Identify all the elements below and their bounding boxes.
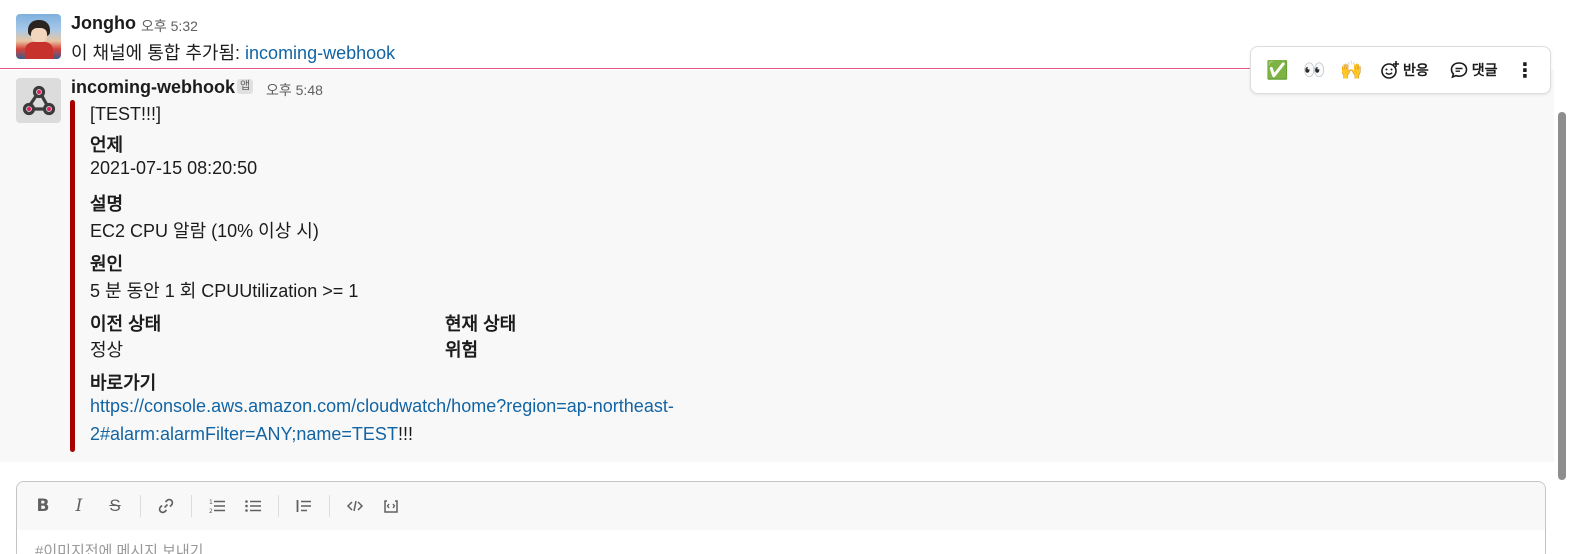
message-input[interactable]: #이미지전에 메시지 보내기 bbox=[35, 540, 203, 554]
cloudwatch-link-line1[interactable]: https://console.aws.amazon.com/cloudwatc… bbox=[90, 396, 674, 417]
quick-react-raised-hands-button[interactable]: 🙌 bbox=[1333, 54, 1370, 86]
field-prev-state-value: 정상 bbox=[90, 340, 124, 360]
cloudwatch-link-line2[interactable]: 2#alarm:alarmFilter=ANY;name=TEST bbox=[90, 424, 398, 444]
reply-in-thread-button[interactable]: 댓글 bbox=[1445, 54, 1502, 86]
scrollbar[interactable] bbox=[1558, 112, 1566, 480]
bold-icon: B bbox=[36, 496, 50, 516]
add-reaction-button[interactable]: 반응 bbox=[1376, 54, 1433, 86]
cloudwatch-link-line2-wrap: 2#alarm:alarmFilter=ANY;name=TEST!!! bbox=[90, 424, 413, 445]
thread-reply-icon bbox=[1450, 62, 1468, 79]
app-badge: 앱 bbox=[237, 79, 254, 94]
svg-text:1: 1 bbox=[209, 499, 213, 506]
webhook-avatar[interactable] bbox=[16, 78, 61, 123]
blockquote-button[interactable] bbox=[286, 491, 322, 521]
message-composer: B I S 1 2 #이미지전에 메시지 보내기 bbox=[16, 481, 1546, 554]
code-button[interactable] bbox=[337, 491, 373, 521]
reply-label: 댓글 bbox=[1471, 62, 1498, 78]
author-name[interactable]: incoming-webhook bbox=[71, 77, 235, 98]
message-timestamp[interactable]: 오후 5:48 bbox=[266, 80, 323, 100]
svg-text:2: 2 bbox=[209, 508, 213, 515]
italic-button[interactable]: I bbox=[61, 491, 97, 521]
message-actions-toolbar: ✅ 👀 🙌 반응 댓글 ⋮ bbox=[1250, 46, 1551, 94]
attachment-color-bar bbox=[70, 100, 75, 452]
code-icon bbox=[346, 500, 364, 512]
message-text: 이 채널에 통합 추가됨: incoming-webhook bbox=[71, 39, 395, 65]
code-block-button[interactable] bbox=[373, 491, 409, 521]
toolbar-divider bbox=[140, 495, 141, 517]
link-button[interactable] bbox=[148, 491, 184, 521]
link-icon bbox=[158, 498, 174, 514]
url-suffix-text: !!! bbox=[397, 424, 413, 444]
field-prev-state-label: 이전 상태 bbox=[90, 314, 162, 334]
quick-react-check-button[interactable]: ✅ bbox=[1259, 54, 1296, 86]
add-reaction-label: 반응 bbox=[1403, 62, 1429, 78]
toolbar-divider bbox=[278, 495, 279, 517]
ordered-list-button[interactable]: 1 2 bbox=[199, 491, 235, 521]
user-avatar[interactable] bbox=[16, 14, 61, 59]
webhook-icon bbox=[22, 85, 55, 115]
new-messages-divider bbox=[0, 68, 1255, 69]
italic-icon: I bbox=[75, 496, 83, 516]
field-when-value: 2021-07-15 08:20:50 bbox=[90, 158, 258, 178]
more-actions-button[interactable]: ⋮ bbox=[1508, 54, 1542, 86]
integration-link[interactable]: incoming-webhook bbox=[245, 43, 395, 63]
toolbar-divider bbox=[329, 495, 330, 517]
field-when-label: 언제 bbox=[90, 135, 124, 155]
field-cause-label: 원인 bbox=[90, 254, 124, 274]
bulleted-list-button[interactable] bbox=[235, 491, 271, 521]
quick-react-eyes-button[interactable]: 👀 bbox=[1296, 54, 1333, 86]
strikethrough-button[interactable]: S bbox=[97, 491, 133, 521]
add-reaction-icon bbox=[1381, 61, 1399, 79]
field-curr-state-label: 현재 상태 bbox=[445, 314, 517, 334]
bulleted-list-icon bbox=[245, 500, 261, 512]
field-desc-label: 설명 bbox=[90, 194, 124, 214]
code-block-icon bbox=[384, 500, 398, 513]
field-desc-value: EC2 CPU 알람 (10% 이상 시) bbox=[90, 221, 319, 241]
message-text-prefix: 이 채널에 통합 추가됨: bbox=[71, 43, 246, 63]
author-name[interactable]: Jongho bbox=[71, 13, 136, 34]
blockquote-icon bbox=[296, 500, 311, 512]
message-incoming-webhook: incoming-webhook 앱 오후 5:48 [TEST!!!] 언제 … bbox=[0, 70, 1554, 462]
toolbar-divider bbox=[191, 495, 192, 517]
formatting-toolbar: B I S 1 2 bbox=[17, 482, 1545, 530]
bold-button[interactable]: B bbox=[25, 491, 61, 521]
strikethrough-icon: S bbox=[109, 496, 121, 515]
message-timestamp[interactable]: 오후 5:32 bbox=[141, 16, 198, 36]
field-cause-value: 5 분 동안 1 회 CPUUtilization >= 1 bbox=[90, 281, 359, 301]
ordered-list-icon: 1 2 bbox=[209, 499, 225, 515]
attachment-title: [TEST!!!] bbox=[90, 104, 162, 124]
field-shortcut-label: 바로가기 bbox=[90, 373, 157, 393]
field-curr-state-value: 위험 bbox=[445, 340, 479, 360]
